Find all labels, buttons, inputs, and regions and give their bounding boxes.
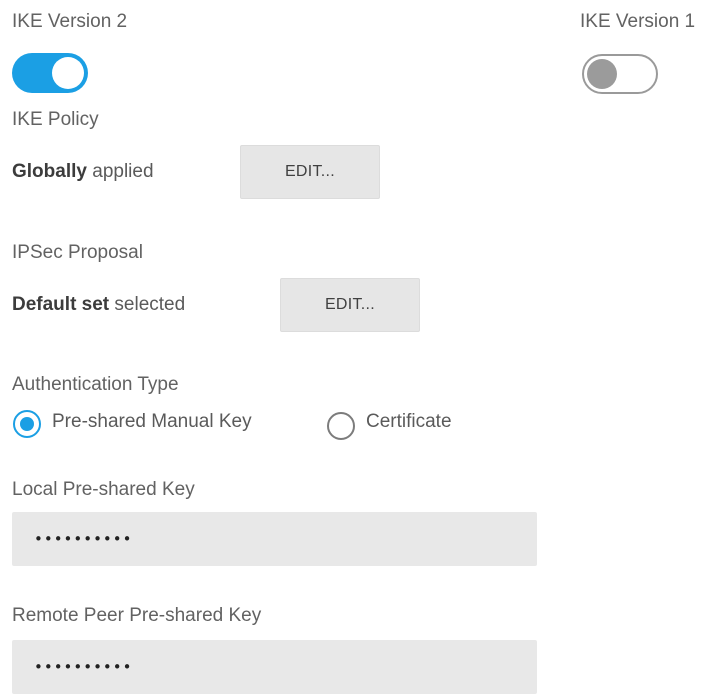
ike-version-1-toggle[interactable]: [582, 54, 658, 94]
certificate-radio[interactable]: [327, 412, 355, 440]
ipsec-proposal-status-rest: selected: [109, 294, 186, 315]
ike-policy-label: IKE Policy: [12, 109, 99, 130]
ike-version-2-label: IKE Version 2: [12, 11, 128, 32]
remote-peer-pre-shared-key-input[interactable]: [12, 640, 537, 694]
radio-dot: [19, 416, 34, 431]
toggle-knob: [52, 57, 84, 89]
ike-version-2-toggle[interactable]: [12, 53, 88, 93]
authentication-type-label: Authentication Type: [12, 374, 179, 395]
ipsec-proposal-edit-button[interactable]: EDIT...: [280, 278, 420, 332]
pre-shared-key-option-label[interactable]: Pre-shared Manual Key: [52, 412, 252, 431]
certificate-option-label[interactable]: Certificate: [366, 412, 452, 431]
ipsec-proposal-label: IPSec Proposal: [12, 242, 143, 263]
ipsec-proposal-status: Default set selected: [12, 295, 185, 314]
toggle-knob: [587, 59, 617, 89]
pre-shared-key-radio[interactable]: [13, 410, 41, 438]
remote-peer-pre-shared-key-label: Remote Peer Pre-shared Key: [12, 605, 262, 626]
local-pre-shared-key-label: Local Pre-shared Key: [12, 479, 195, 500]
ike-policy-status: Globally applied: [12, 162, 154, 181]
ike-policy-status-bold: Globally: [12, 161, 87, 182]
ike-version-1-label: IKE Version 1: [580, 11, 696, 32]
local-pre-shared-key-input[interactable]: [12, 512, 537, 566]
ike-policy-status-rest: applied: [86, 161, 154, 182]
ike-policy-edit-button[interactable]: EDIT...: [240, 145, 380, 199]
ipsec-proposal-status-bold: Default set: [12, 294, 110, 315]
